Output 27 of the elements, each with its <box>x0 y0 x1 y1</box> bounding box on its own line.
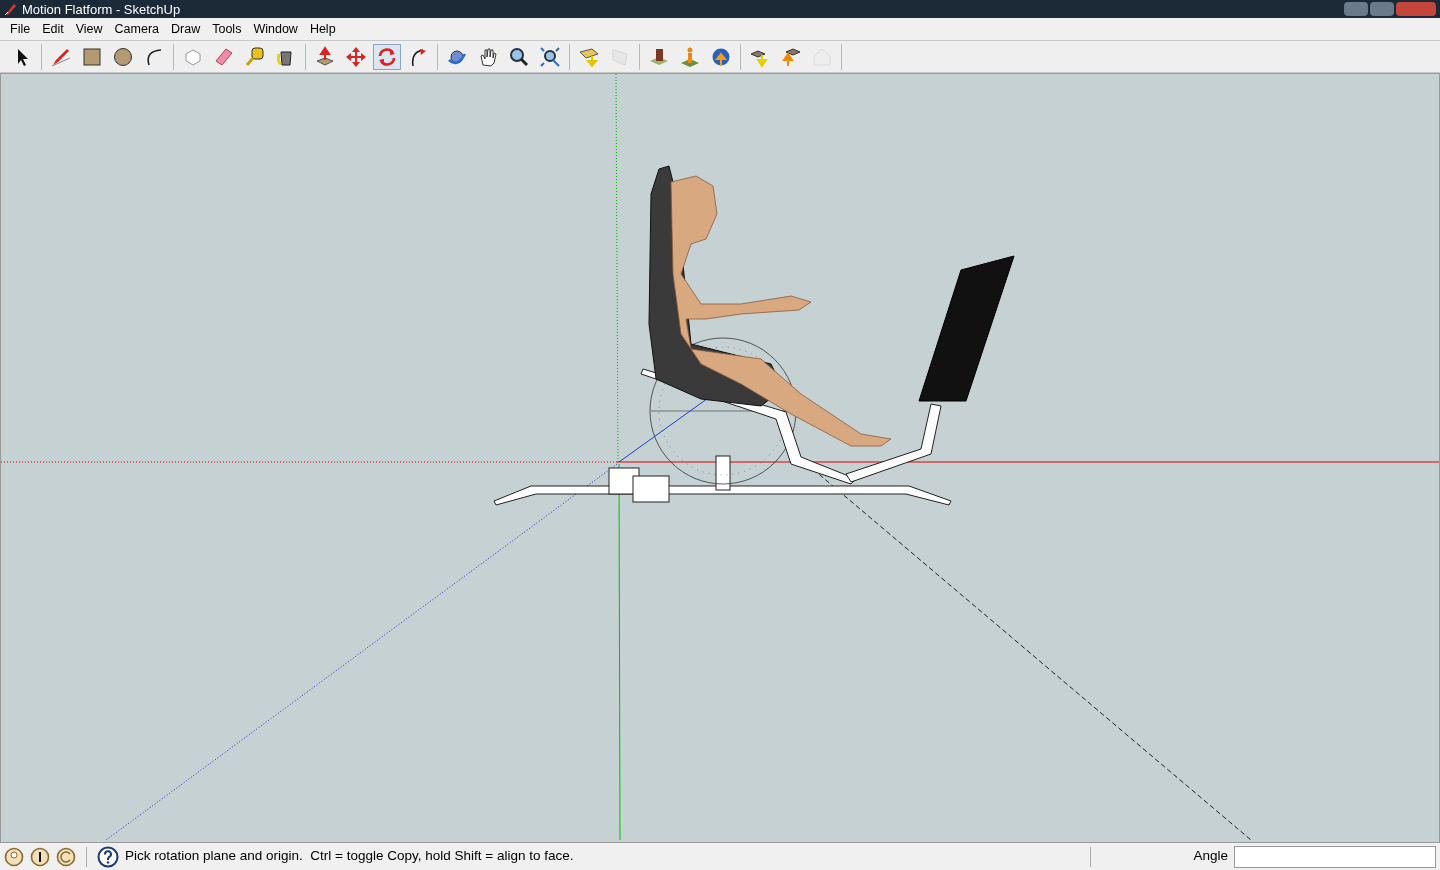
location-pin-icon <box>679 45 701 68</box>
menu-item[interactable]: Help <box>303 19 342 39</box>
measurement-label: Angle <box>1193 847 1228 866</box>
zoom-extents-icon <box>539 45 561 68</box>
menu-item[interactable]: Camera <box>108 19 166 39</box>
window-title: Motion Flatform - SketchUp <box>22 2 181 16</box>
map-icon <box>578 45 600 68</box>
square-icon <box>81 45 103 68</box>
rotate-icon <box>376 45 398 68</box>
magnifier-icon <box>508 45 530 68</box>
menu-item[interactable]: View <box>69 19 109 39</box>
menu-item[interactable]: File <box>4 19 37 39</box>
help-icon[interactable] <box>97 845 119 868</box>
app-logo-icon <box>4 2 18 16</box>
boxes-upload-icon <box>780 45 802 68</box>
person-icon[interactable] <box>30 846 50 867</box>
push-pull-icon <box>314 45 336 68</box>
menu-item[interactable]: Edit <box>36 19 70 39</box>
menu-item[interactable]: Window <box>247 19 304 39</box>
menu-item[interactable]: Tools <box>206 19 248 39</box>
move-icon <box>345 45 367 68</box>
menu-item[interactable]: Draw <box>165 19 207 39</box>
hand-icon <box>477 45 499 68</box>
circle-icon <box>112 45 134 68</box>
status-message: Pick rotation plane and origin. Ctrl = toggle Copy, hold Shift = align to face. <box>125 847 574 866</box>
tape-measure-icon <box>244 45 266 68</box>
measurement-field[interactable] <box>1234 845 1436 868</box>
